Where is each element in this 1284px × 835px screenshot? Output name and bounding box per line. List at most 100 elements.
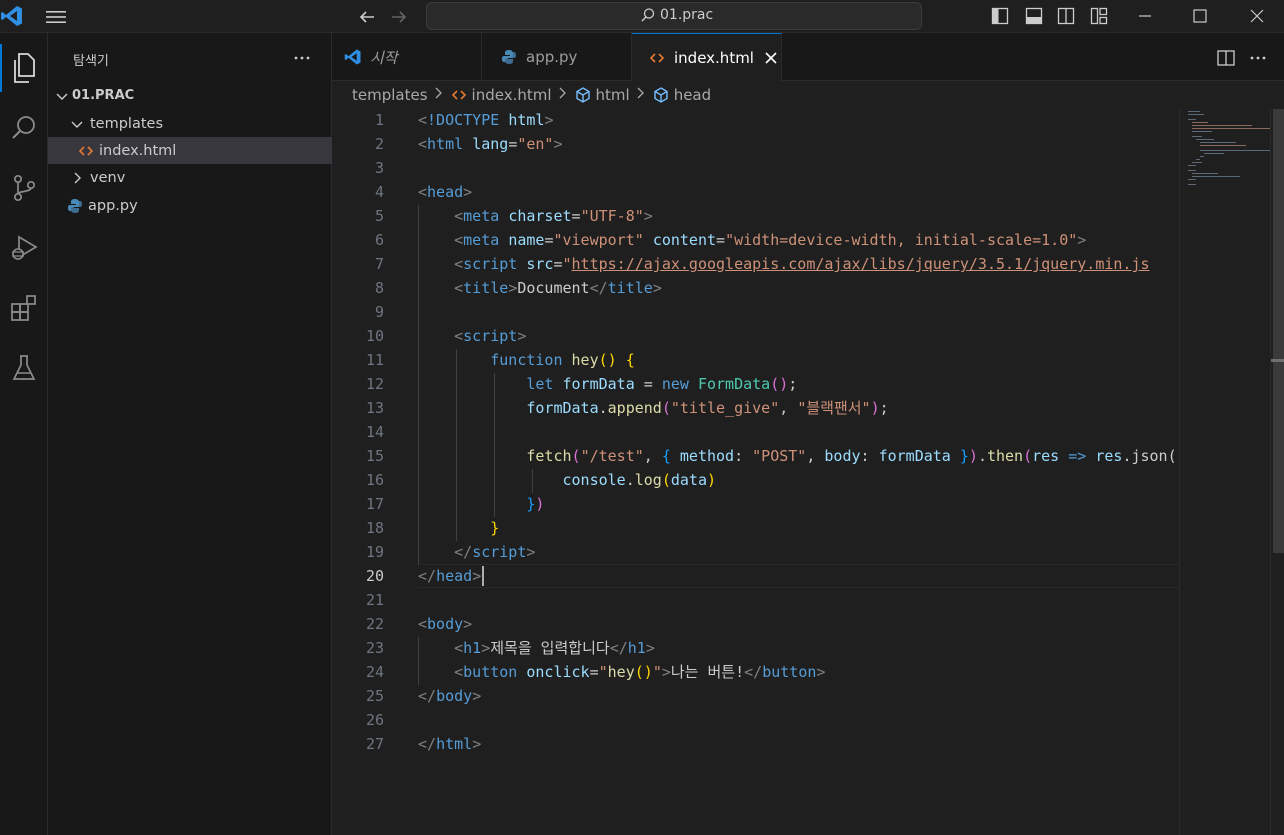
code-token: 제목을 입력합니다 xyxy=(490,639,610,657)
code-token: head xyxy=(427,183,464,201)
forward-arrow-icon[interactable] xyxy=(388,6,410,28)
chevron-right-icon xyxy=(636,86,646,104)
line-number: 13 xyxy=(365,399,384,417)
scrollbar-thumb[interactable] xyxy=(1273,109,1284,553)
html-icon xyxy=(451,90,466,100)
code-line: <html lang="en"> xyxy=(418,132,563,156)
search-activity-button[interactable] xyxy=(0,104,48,152)
more-actions-icon[interactable] xyxy=(292,51,312,65)
toggle-secondary-sidebar-icon[interactable] xyxy=(1057,7,1075,25)
tree-item-label: index.html xyxy=(99,142,177,159)
breadcrumb-item[interactable]: templates xyxy=(352,86,428,104)
code-token: > xyxy=(553,135,563,153)
close-window-icon[interactable] xyxy=(1246,6,1268,26)
code-line: console.log(data) xyxy=(418,468,717,492)
code-token: formData xyxy=(562,375,635,393)
code-token: } xyxy=(959,447,969,465)
toggle-primary-sidebar-icon[interactable] xyxy=(991,7,1009,25)
code-token: </ xyxy=(744,663,763,681)
symbol-element-icon xyxy=(653,87,668,103)
code-line: <script src="https://ajax.googleapis.com… xyxy=(418,252,1150,276)
code-token: src xyxy=(526,255,554,273)
maximize-icon[interactable] xyxy=(1189,6,1211,26)
code-area[interactable]: <!DOCTYPE html> <html lang="en"> <head> <m… xyxy=(418,109,1180,835)
editor-tab-bar: 시작 app.py index.html xyxy=(332,33,1284,81)
line-number: 22 xyxy=(365,615,384,633)
code-line: let formData = new FormData(); xyxy=(418,372,797,396)
code-token: formData xyxy=(878,447,951,465)
minimap[interactable] xyxy=(1179,109,1270,835)
code-editor[interactable]: 1 2 3 4 5 6 7 8 9 10 11 12 13 14 15 16 17 18 19 20 21 22 23 24 2… xyxy=(332,109,1284,835)
title-bar: 01.prac xyxy=(0,0,1284,33)
line-number: 6 xyxy=(374,231,384,249)
flask-icon xyxy=(12,355,36,380)
close-tab-icon[interactable] xyxy=(764,51,778,65)
run-debug-activity-button[interactable] xyxy=(0,224,48,272)
code-token: ( xyxy=(661,399,671,417)
code-token: () xyxy=(598,351,617,369)
breadcrumb-item[interactable]: head xyxy=(674,86,711,104)
code-line: <body> xyxy=(418,612,472,636)
tab-index-html[interactable]: index.html xyxy=(632,33,782,81)
explorer-activity-button[interactable] xyxy=(0,44,48,92)
line-number: 2 xyxy=(374,135,384,153)
breadcrumb-item[interactable]: index.html xyxy=(472,86,552,104)
workspace-root[interactable]: 01.PRAC xyxy=(48,82,332,109)
back-arrow-icon[interactable] xyxy=(356,6,378,28)
tree-item-label: venv xyxy=(90,169,126,186)
hamburger-menu-icon[interactable] xyxy=(44,8,68,26)
code-token: html xyxy=(508,111,545,129)
code-token: ( xyxy=(661,471,671,489)
line-number: 24 xyxy=(365,663,384,681)
cursor-position-marker xyxy=(1271,359,1284,362)
tree-item-index-html[interactable]: index.html xyxy=(48,137,332,164)
line-number: 18 xyxy=(365,519,384,537)
code-line: </head> xyxy=(418,564,481,588)
breadcrumb-item[interactable]: html xyxy=(596,86,630,104)
code-token: hey xyxy=(571,351,599,369)
code-line: <script> xyxy=(418,324,526,348)
tab-app-py[interactable]: app.py xyxy=(482,33,632,81)
vertical-scrollbar[interactable] xyxy=(1270,109,1284,835)
customize-layout-icon[interactable] xyxy=(1090,7,1108,25)
tree-item-app-py[interactable]: app.py xyxy=(48,192,332,219)
tree-item-templates[interactable]: templates xyxy=(48,110,332,137)
code-token: > xyxy=(463,615,473,633)
line-number: 7 xyxy=(374,255,384,273)
line-number: 25 xyxy=(365,687,384,705)
command-center-search[interactable]: 01.prac xyxy=(426,2,922,30)
tree-item-venv[interactable]: venv xyxy=(48,164,332,191)
code-token: https://ajax.googleapis.com/ajax/libs/jq… xyxy=(571,255,1150,273)
split-editor-icon[interactable] xyxy=(1216,49,1236,67)
code-token: ) xyxy=(870,399,880,417)
tree-item-label: templates xyxy=(90,115,164,132)
tab-welcome[interactable]: 시작 xyxy=(332,33,482,81)
code-token: !DOCTYPE xyxy=(427,111,500,129)
code-token: meta xyxy=(463,207,500,225)
source-control-activity-button[interactable] xyxy=(0,164,48,212)
extensions-activity-button[interactable] xyxy=(0,284,48,332)
python-file-icon xyxy=(68,198,82,213)
code-token: console xyxy=(562,471,626,489)
chevron-right-icon xyxy=(74,172,81,183)
code-token: ) xyxy=(968,447,978,465)
code-token: charset xyxy=(508,207,572,225)
minimize-icon[interactable] xyxy=(1134,6,1156,26)
testing-activity-button[interactable] xyxy=(0,344,48,392)
line-number: 8 xyxy=(374,279,384,297)
code-line: <button onclick="hey()">나는 버튼!</button> xyxy=(418,660,825,684)
more-actions-icon[interactable] xyxy=(1248,49,1268,67)
line-number: 11 xyxy=(365,351,384,369)
toggle-panel-icon[interactable] xyxy=(1025,7,1043,25)
vscode-logo-icon[interactable] xyxy=(0,4,24,28)
tab-label: app.py xyxy=(526,48,578,66)
code-token: () xyxy=(770,375,789,393)
code-line: <title>Document</title> xyxy=(418,276,662,300)
code-token: ( xyxy=(571,447,581,465)
